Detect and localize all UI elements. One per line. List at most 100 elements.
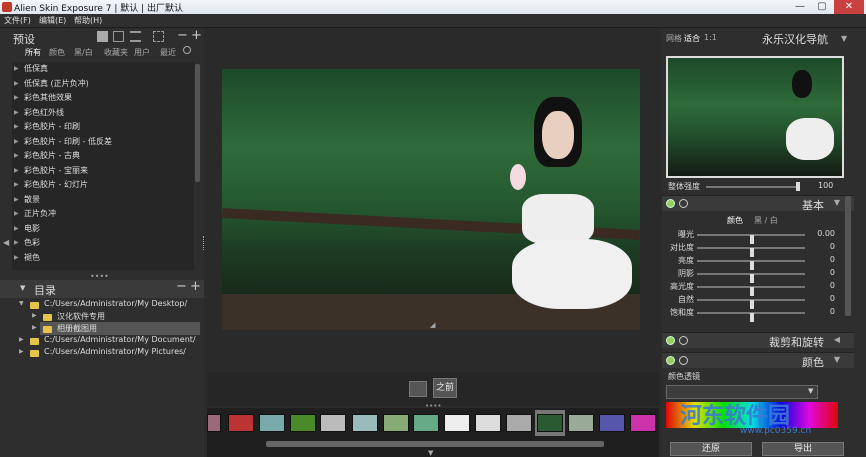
expand-arrow-icon[interactable]: ▶ <box>32 324 37 331</box>
list-view-icon[interactable] <box>130 31 141 42</box>
slider-track[interactable] <box>697 299 805 309</box>
thumbnail[interactable] <box>290 414 316 432</box>
preset-item[interactable]: 彩色红外线 <box>14 106 200 121</box>
tab-all[interactable]: 所有 <box>25 47 41 58</box>
preset-item[interactable]: 彩色其他效果 <box>14 91 200 106</box>
preset-item[interactable]: 褪色 <box>14 251 200 266</box>
bw-tab[interactable]: 黑 / 白 <box>754 215 778 226</box>
preset-item[interactable]: 彩色胶片 - 宝丽来 <box>14 164 200 179</box>
preset-item[interactable]: 彩色胶片 - 印刷 <box>14 120 200 135</box>
overall-strength-slider[interactable] <box>706 182 800 191</box>
menu-edit[interactable]: 编辑(E) <box>39 15 66 26</box>
color-section-header[interactable]: 颜色 ▼ <box>662 352 854 369</box>
filmstrip-scrollbar[interactable] <box>266 441 604 447</box>
preset-item[interactable]: 彩色胶片 - 幻灯片 <box>14 178 200 193</box>
close-button[interactable]: ✕ <box>834 0 864 14</box>
menu-help[interactable]: 帮助(H) <box>74 15 102 26</box>
thumbnail[interactable] <box>506 414 532 432</box>
tab-bw[interactable]: 黑/白 <box>74 47 93 58</box>
thumbnail[interactable] <box>413 414 439 432</box>
tab-user[interactable]: 用户 <box>134 47 150 58</box>
maximize-button[interactable]: ▢ <box>812 0 832 14</box>
reset-icon[interactable] <box>679 336 688 345</box>
directory-item[interactable]: C:/Users/Administrator/My Document/ <box>44 335 196 344</box>
slider-track[interactable] <box>697 312 805 322</box>
left-splitter[interactable] <box>203 236 206 250</box>
thumbnail[interactable] <box>207 414 221 432</box>
preset-scrollbar[interactable] <box>195 64 200 182</box>
expand-arrow-icon[interactable]: ◀ <box>834 335 840 344</box>
view-mode-button[interactable] <box>409 381 427 397</box>
medium-grid-icon[interactable] <box>113 31 124 42</box>
collapse-arrow-icon[interactable]: ▼ <box>834 355 840 364</box>
chevron-down-icon[interactable]: ▼ <box>808 387 813 395</box>
directory-item[interactable]: 相册截图用 <box>57 323 97 334</box>
expand-arrow-icon[interactable]: ▼ <box>19 300 24 307</box>
directory-item[interactable]: C:/Users/Administrator/My Pictures/ <box>44 347 186 356</box>
thumbnail[interactable] <box>383 414 409 432</box>
export-button[interactable]: 导出 <box>762 442 844 456</box>
basic-section-header[interactable]: 基本 ▼ <box>662 195 854 212</box>
directory-item[interactable]: C:/Users/Administrator/My Desktop/ <box>44 299 187 308</box>
thumbnail[interactable] <box>599 414 625 432</box>
thumbnail[interactable] <box>568 414 594 432</box>
slider-track[interactable] <box>697 247 805 257</box>
tab-color[interactable]: 颜色 <box>49 47 65 58</box>
nav-fit-tab[interactable]: 适合 <box>684 33 700 44</box>
grid-view-icon[interactable] <box>97 31 108 42</box>
add-folder-icon[interactable]: + <box>190 279 201 294</box>
preset-item[interactable]: 电影 <box>14 222 200 237</box>
thumbnail[interactable] <box>475 414 501 432</box>
thumbnail[interactable] <box>444 414 470 432</box>
power-icon[interactable] <box>666 336 675 345</box>
power-icon[interactable] <box>666 356 675 365</box>
collapse-left-icon[interactable]: ◀ <box>3 238 9 247</box>
preset-item[interactable]: 彩色胶片 - 印刷 - 低反差 <box>14 135 200 150</box>
remove-folder-icon[interactable]: − <box>176 279 187 294</box>
overall-strength-knob[interactable] <box>796 182 800 191</box>
preset-item[interactable]: 正片负冲 <box>14 207 200 222</box>
restore-button[interactable]: 还原 <box>670 442 752 456</box>
collapse-arrow-icon[interactable]: ▼ <box>841 34 847 43</box>
slider-track[interactable] <box>697 234 805 244</box>
preset-item[interactable]: 色彩 <box>14 236 200 251</box>
search-icon[interactable] <box>183 46 191 54</box>
expand-arrow-icon[interactable]: ▶ <box>32 312 37 319</box>
preset-item[interactable]: 彩色胶片 - 古典 <box>14 149 200 164</box>
image-dropdown-icon[interactable]: ◢ <box>430 321 435 329</box>
preset-item[interactable]: 散景 <box>14 193 200 208</box>
expand-icon[interactable] <box>153 31 164 42</box>
nav-grid-tab[interactable]: 网格 <box>666 33 682 44</box>
thumbnail-selected[interactable] <box>537 414 563 432</box>
preset-item[interactable]: 低保真 (正片负冲) <box>14 77 200 92</box>
tab-recent[interactable]: 最近 <box>160 47 176 58</box>
menu-file[interactable]: 文件(F) <box>4 15 31 26</box>
thumbnail[interactable] <box>320 414 346 432</box>
thumbnail[interactable] <box>352 414 378 432</box>
color-lens-select[interactable] <box>666 385 818 399</box>
collapse-arrow-icon[interactable]: ▼ <box>834 198 840 207</box>
power-icon[interactable] <box>666 199 675 208</box>
crop-section-header[interactable]: 裁剪和旋转 ◀ <box>662 332 854 349</box>
color-tab[interactable]: 颜色 <box>727 215 743 226</box>
minimize-button[interactable]: — <box>790 0 810 14</box>
thumbnail[interactable] <box>630 414 656 432</box>
reset-icon[interactable] <box>679 356 688 365</box>
before-button[interactable]: 之前 <box>433 378 457 398</box>
navigator-preview[interactable] <box>668 58 842 176</box>
nav-1to1-tab[interactable]: 1:1 <box>704 33 717 42</box>
expand-arrow-icon[interactable]: ▶ <box>19 348 24 355</box>
slider-track[interactable] <box>697 273 805 283</box>
expand-arrow-icon[interactable]: ▶ <box>19 336 24 343</box>
preset-item[interactable]: 低保真 <box>14 62 200 77</box>
slider-knob[interactable] <box>750 313 754 322</box>
thumbnail[interactable] <box>228 414 254 432</box>
slider-track[interactable] <box>697 260 805 270</box>
slider-track[interactable] <box>697 286 805 296</box>
thumbnail[interactable] <box>259 414 285 432</box>
collapse-arrow-icon[interactable]: ▼ <box>20 284 25 292</box>
add-preset-icon[interactable]: + <box>191 28 202 43</box>
adjust-scrollbar[interactable] <box>845 196 851 316</box>
filmstrip-toggle-icon[interactable]: ▼ <box>428 449 433 457</box>
tab-favorites[interactable]: 收藏夹 <box>104 47 128 58</box>
